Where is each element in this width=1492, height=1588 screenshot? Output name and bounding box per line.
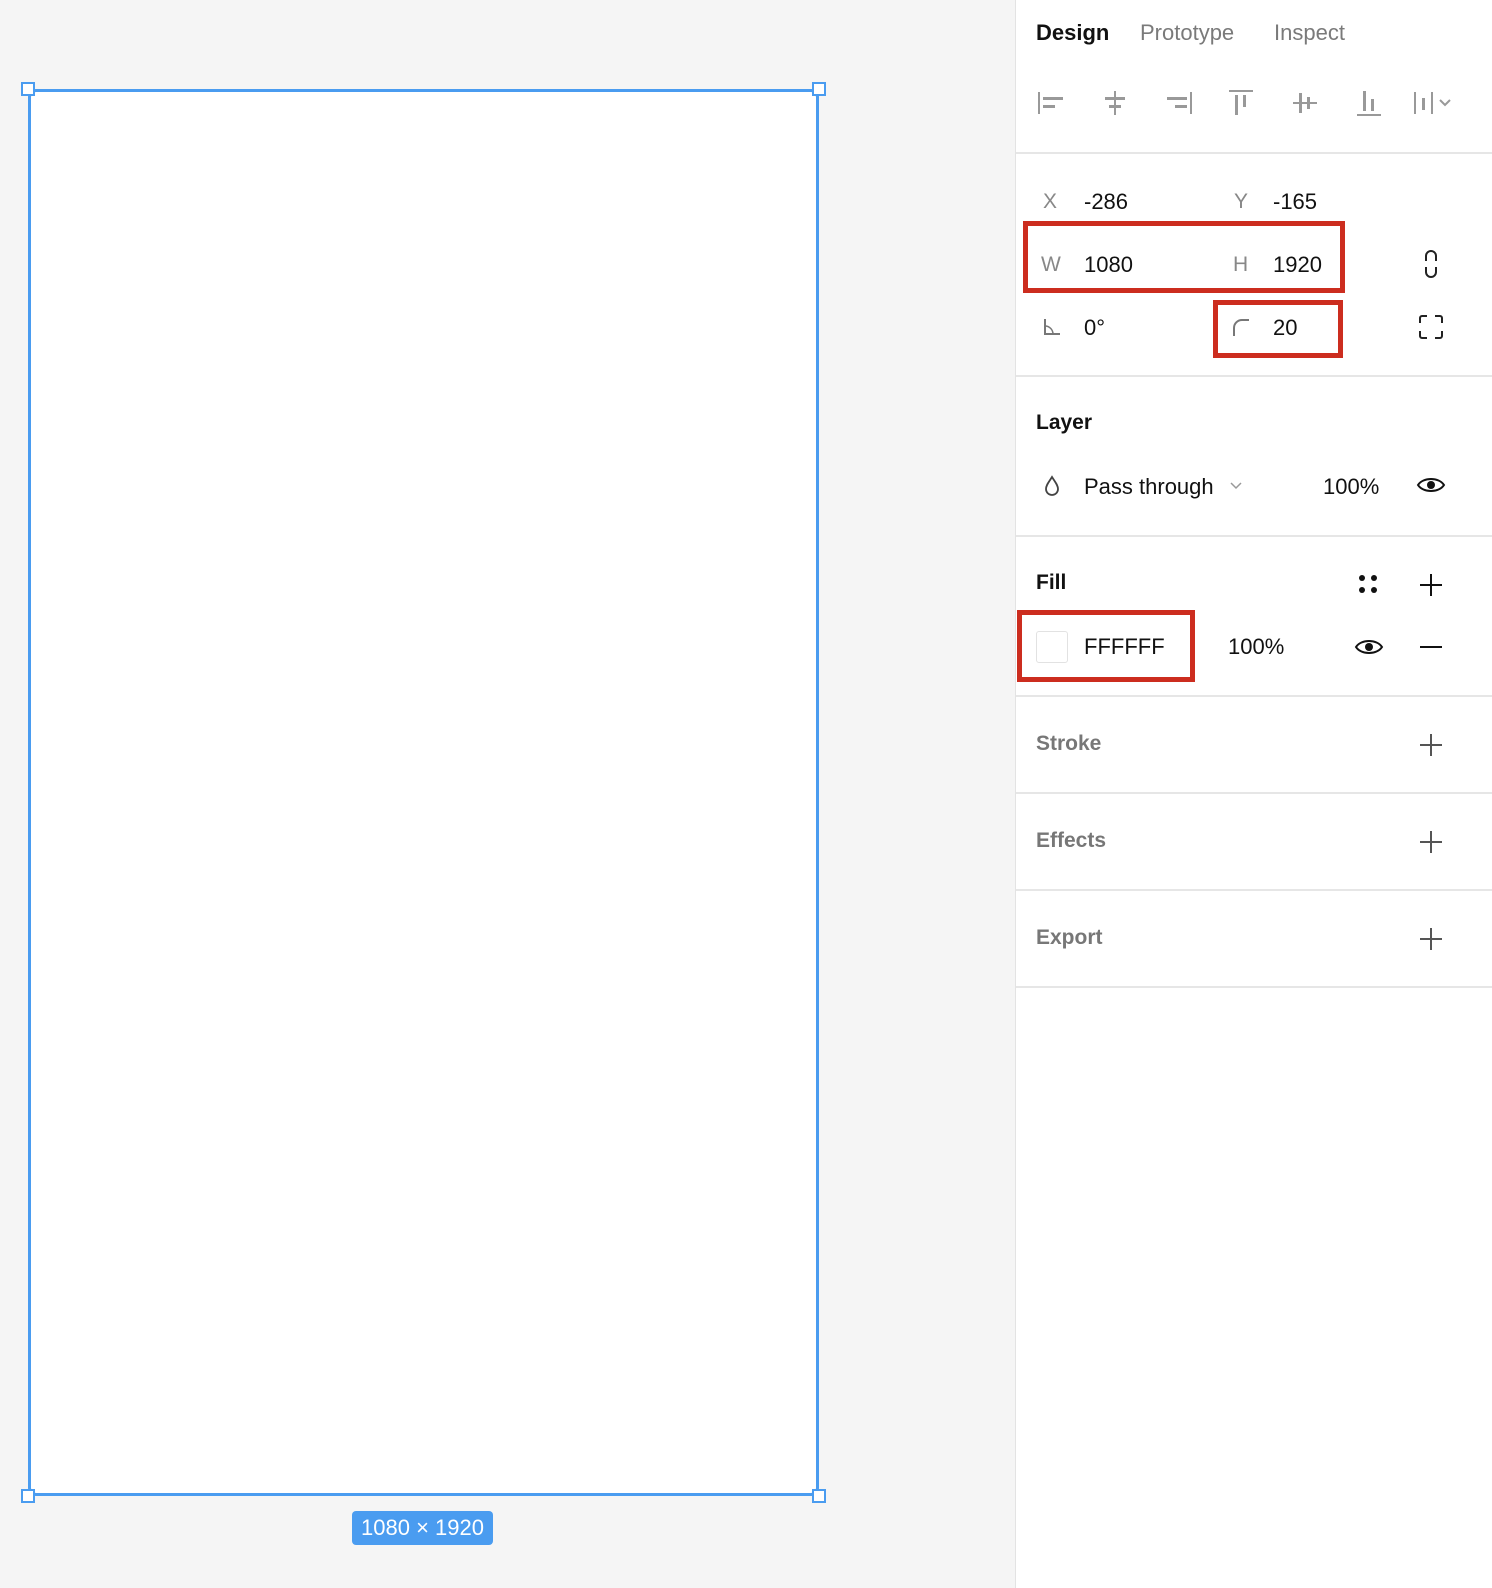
align-horizontal-center-icon[interactable]	[1100, 88, 1130, 118]
tab-design[interactable]: Design	[1036, 20, 1109, 46]
tab-prototype[interactable]: Prototype	[1140, 20, 1234, 46]
fill-opacity-input[interactable]: 100%	[1228, 634, 1284, 660]
canvas[interactable]: 1080 × 1920	[0, 0, 1015, 1588]
rotation-icon	[1042, 317, 1062, 337]
align-top-icon[interactable]	[1226, 88, 1256, 118]
rotation-input[interactable]: 0°	[1084, 315, 1105, 341]
independent-corners-icon[interactable]	[1418, 314, 1444, 340]
highlight-fill-box	[1017, 610, 1195, 682]
add-stroke-icon[interactable]	[1418, 732, 1444, 758]
x-input[interactable]: -286	[1084, 189, 1128, 215]
layer-opacity-input[interactable]: 100%	[1323, 474, 1379, 500]
y-input[interactable]: -165	[1273, 189, 1317, 215]
fill-title: Fill	[1036, 571, 1067, 594]
blend-mode-select[interactable]: Pass through	[1084, 474, 1214, 500]
distribute-icon[interactable]	[1412, 88, 1456, 118]
x-label: X	[1043, 190, 1058, 213]
frame-properties: X -286 Y -165 W 1080 H 1920 0° 20	[1016, 154, 1492, 377]
export-title: Export	[1036, 926, 1103, 949]
effects-title: Effects	[1036, 829, 1107, 852]
blend-mode-icon	[1043, 475, 1061, 497]
resize-handle-top-right[interactable]	[812, 82, 826, 96]
export-section: Export	[1016, 891, 1492, 988]
constrain-proportions-icon[interactable]	[1418, 248, 1444, 280]
highlight-size-box	[1023, 221, 1345, 293]
align-right-icon[interactable]	[1164, 88, 1194, 118]
tab-inspect[interactable]: Inspect	[1274, 20, 1345, 46]
design-panel: Design Prototype Inspect X -286 Y -165 W…	[1015, 0, 1492, 1588]
align-left-icon[interactable]	[1036, 88, 1066, 118]
panel-header: Design Prototype Inspect	[1016, 0, 1492, 154]
stroke-title: Stroke	[1036, 732, 1102, 755]
stroke-section: Stroke	[1016, 697, 1492, 794]
eye-icon[interactable]	[1354, 637, 1384, 657]
effects-section: Effects	[1016, 794, 1492, 891]
layer-title: Layer	[1036, 411, 1093, 434]
layer-section: Layer Pass through 100%	[1016, 377, 1492, 537]
align-vertical-center-icon[interactable]	[1290, 88, 1320, 118]
resize-handle-bottom-right[interactable]	[812, 1489, 826, 1503]
align-bottom-icon[interactable]	[1354, 88, 1384, 118]
style-grid-icon[interactable]	[1356, 572, 1380, 596]
selected-frame[interactable]	[28, 89, 819, 1496]
highlight-radius-box	[1213, 300, 1343, 358]
add-export-icon[interactable]	[1418, 926, 1444, 952]
y-label: Y	[1234, 190, 1249, 213]
add-effect-icon[interactable]	[1418, 829, 1444, 855]
resize-handle-bottom-left[interactable]	[21, 1489, 35, 1503]
frame-size-badge: 1080 × 1920	[352, 1511, 493, 1545]
chevron-down-icon[interactable]	[1229, 481, 1243, 491]
remove-fill-icon[interactable]	[1418, 645, 1444, 649]
resize-handle-top-left[interactable]	[21, 82, 35, 96]
eye-icon[interactable]	[1416, 475, 1446, 495]
add-fill-icon[interactable]	[1418, 572, 1444, 598]
